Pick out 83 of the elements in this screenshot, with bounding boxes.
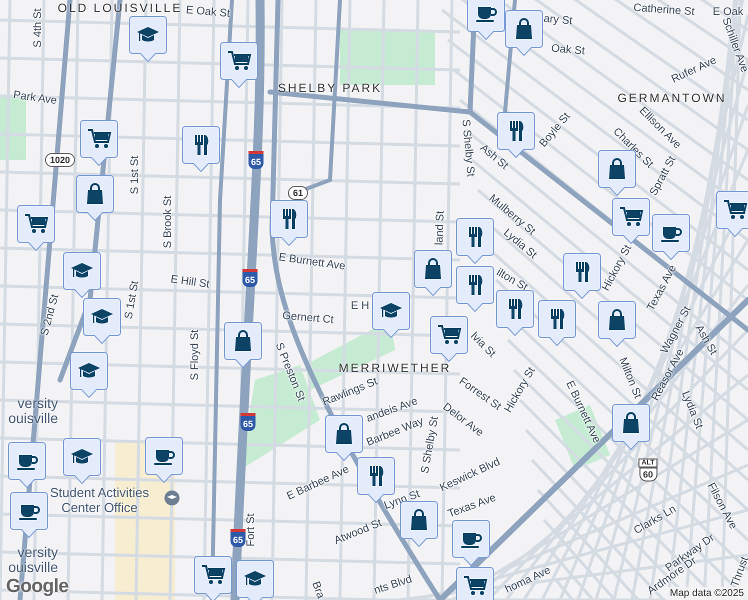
school-map-pin[interactable] [63,438,101,484]
interstate-shield: 65 [230,529,246,547]
street-label: Catherine St [633,2,695,18]
street-label: E Burnett Ave [278,251,346,273]
coffee-cup-map-pin[interactable] [652,214,690,260]
university-poi-icon[interactable] [164,490,180,506]
interstate-shield: 65 [240,413,256,431]
street-label: lvia St [468,330,498,360]
shopping-bag-map-pin[interactable] [224,322,262,368]
street-label: E Oak St [186,4,230,20]
street-label: Rufer Ave [670,54,718,86]
street-label: S Floyd St [189,330,201,380]
street-label: Bra [309,580,327,600]
street-label: Milton St [616,356,644,400]
street-label: Ash St [692,322,720,358]
restaurant-map-pin[interactable] [538,300,576,346]
interstate-shield: 65 [248,151,264,169]
shopping-cart-map-pin[interactable] [194,556,232,600]
street-label: S 4th St [32,8,44,48]
street-label: land St [433,210,447,246]
shopping-bag-map-pin[interactable] [612,404,650,450]
coffee-cup-map-pin[interactable] [452,520,490,566]
place-label: Student Activities Center Office [50,486,149,516]
street-label: S 1st St [122,280,142,320]
coffee-cup-map-pin[interactable] [8,442,46,488]
street-label: E Hill St [170,273,210,291]
restaurant-map-pin[interactable] [496,290,534,336]
street-label: Thrust [729,555,748,589]
shopping-cart-map-pin[interactable] [80,120,118,166]
shopping-bag-map-pin[interactable] [414,250,452,296]
school-map-pin[interactable] [129,16,167,62]
shopping-bag-map-pin[interactable] [505,10,543,56]
street-label: Ash St [478,142,510,172]
street-label: ilton St [494,266,530,294]
coffee-cup-map-pin[interactable] [145,437,183,483]
restaurant-map-pin[interactable] [182,126,220,172]
shopping-cart-map-pin[interactable] [612,198,650,244]
street-label: Filson Ave [704,480,740,532]
street-label: Gernert Ct [282,310,334,326]
school-map-pin[interactable] [63,252,101,298]
street-label: E Oak [712,6,744,18]
coffee-cup-map-pin[interactable] [10,492,48,538]
street-label: S Shelby St [460,118,476,178]
shopping-cart-map-pin[interactable] [430,316,468,362]
school-map-pin[interactable] [70,352,108,398]
street-label: S Brook St [162,196,174,248]
route-shield: 1020 [44,153,76,167]
shopping-cart-map-pin[interactable] [456,567,494,600]
street-label: E H [350,300,370,312]
coffee-cup-map-pin[interactable] [467,0,505,40]
shopping-bag-map-pin[interactable] [325,415,363,461]
school-map-pin[interactable] [83,298,121,344]
street-label: S Preston St [272,341,308,403]
neighborhood-label: OLD LOUISVILLE [58,1,182,15]
interstate-shield: 65 [242,269,258,287]
school-map-pin[interactable] [372,292,410,338]
restaurant-map-pin[interactable] [497,112,535,158]
shopping-cart-map-pin[interactable] [220,42,258,88]
restaurant-map-pin[interactable] [270,200,308,246]
neighborhood-label: GERMANTOWN [617,91,727,105]
street-label: S 2nd St [38,293,62,337]
street-label: homa Ave [503,564,553,596]
street-label: Lynn St [382,488,422,512]
street-label: ary St [543,12,573,28]
neighborhood-label: SHELBY PARK [278,81,382,95]
neighborhood-label: MERRIWETHER [338,361,452,375]
restaurant-map-pin[interactable] [563,253,601,299]
route-shield: 61 [288,186,308,200]
street-label: Oak St [550,42,586,58]
street-label: Lydia St [679,390,705,430]
street-label: Park Ave [12,89,58,107]
school-map-pin[interactable] [236,560,274,600]
street-label: Schiller Ave [720,16,748,74]
restaurant-map-pin[interactable] [456,266,494,312]
us-route-shield: 60 [638,468,657,482]
shopping-bag-map-pin[interactable] [76,175,114,221]
street-label: S 1st St [129,156,141,194]
street-label: Fort St [245,514,257,546]
shopping-cart-map-pin[interactable] [716,191,748,237]
street-label: Texas Ave [446,492,498,520]
street-label: nts Blvd [372,573,414,597]
shopping-bag-map-pin[interactable] [598,301,636,347]
shopping-cart-map-pin[interactable] [17,205,55,251]
